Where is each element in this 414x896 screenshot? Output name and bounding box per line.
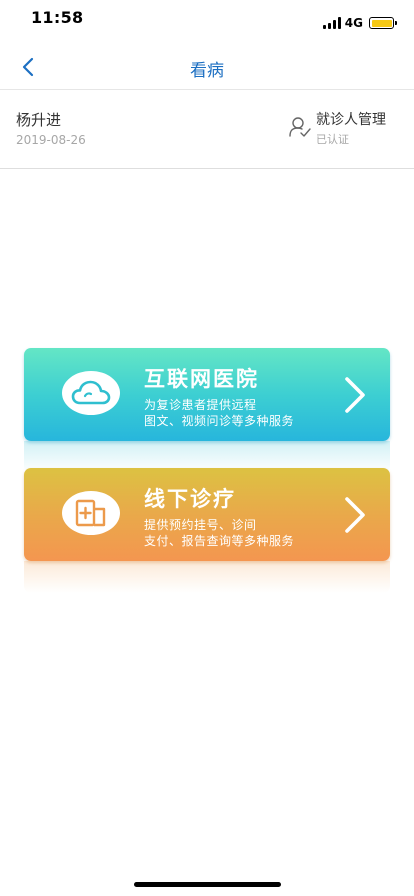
battery-icon xyxy=(369,17,397,29)
verified-status: 已认证 xyxy=(316,133,349,146)
signal-icon xyxy=(322,17,341,29)
chevron-right-icon xyxy=(345,377,365,413)
status-indicators: 4G xyxy=(322,16,397,30)
cloud-icon xyxy=(71,380,111,405)
status-bar: 11:58 4G xyxy=(0,0,414,44)
user-verified-icon xyxy=(289,117,311,137)
card-icon-badge xyxy=(62,371,120,415)
card-description: 支付、报告查询等多种服务 xyxy=(144,534,295,548)
page-title: 看病 xyxy=(190,61,224,81)
offline-treatment-card[interactable]: 线下诊疗 提供预约挂号、诊间 支付、报告查询等多种服务 xyxy=(24,468,390,561)
card-description: 为复诊患者提供远程 xyxy=(144,398,257,412)
patient-info-row: 杨升进 2019-08-26 就诊人管理 已认证 xyxy=(0,91,414,169)
home-indicator[interactable] xyxy=(134,882,281,887)
manage-label: 就诊人管理 xyxy=(316,112,386,128)
card-title: 互联网医院 xyxy=(144,367,259,391)
patient-name: 杨升进 xyxy=(16,111,62,129)
card-icon-badge xyxy=(62,491,120,535)
hospital-plus-icon xyxy=(75,499,106,527)
patient-manage-button[interactable]: 就诊人管理 已认证 xyxy=(284,91,414,169)
nav-bar: 看病 xyxy=(0,44,414,90)
status-time: 11:58 xyxy=(31,8,84,27)
internet-hospital-card[interactable]: 互联网医院 为复诊患者提供远程 图文、视频问诊等多种服务 xyxy=(24,348,390,441)
chevron-right-icon xyxy=(345,497,365,533)
card-description: 提供预约挂号、诊间 xyxy=(144,518,257,532)
card-title: 线下诊疗 xyxy=(144,487,236,511)
network-label: 4G xyxy=(344,16,363,30)
patient-date: 2019-08-26 xyxy=(16,133,86,147)
card-reflection xyxy=(24,561,390,593)
card-description: 图文、视频问诊等多种服务 xyxy=(144,414,295,428)
